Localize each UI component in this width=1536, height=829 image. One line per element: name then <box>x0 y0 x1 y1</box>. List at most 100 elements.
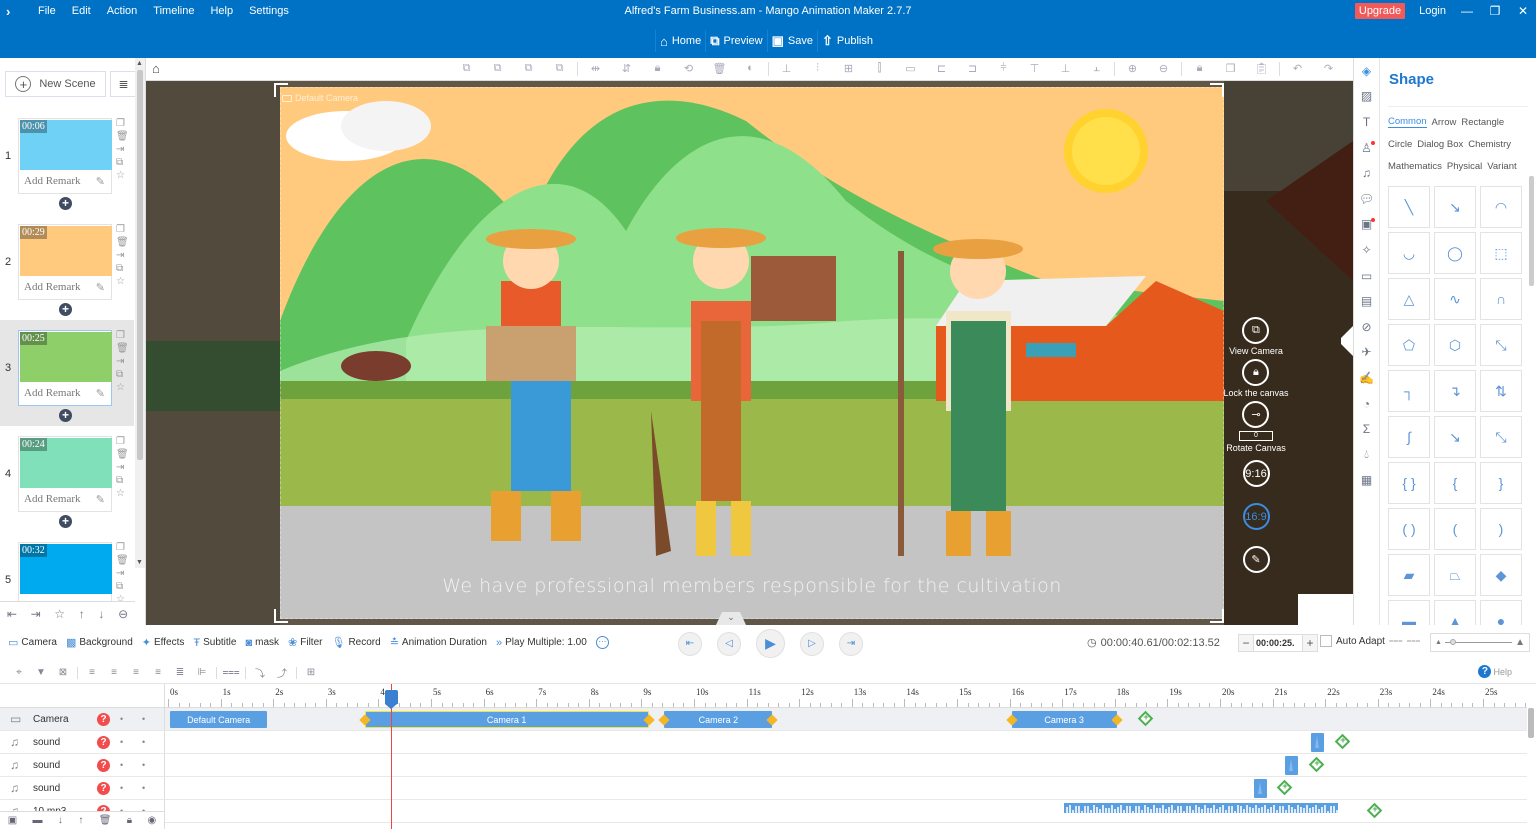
scene-card[interactable]: 00:32 <box>18 542 112 603</box>
shape-item[interactable]: ▰ <box>1388 554 1430 596</box>
playhead-handle[interactable] <box>384 690 398 709</box>
delete-scene-icon[interactable]: 🗑︎ <box>116 555 129 567</box>
background-category-icon[interactable]: ▣ <box>1354 212 1380 238</box>
track-help-icon[interactable]: ? <box>97 781 110 795</box>
shape-item[interactable]: ↘ <box>1434 416 1476 458</box>
track-lock-dot[interactable]: • <box>142 783 145 793</box>
more-options-icon[interactable]: ⋯ <box>595 636 609 649</box>
timeline-expand-icon[interactable]: ⩶ <box>1407 636 1421 646</box>
delete-scene-icon[interactable]: 🗑︎ <box>116 343 129 355</box>
camera-corner-handle[interactable] <box>1210 609 1224 623</box>
add-keyframe-button[interactable] <box>1137 710 1153 727</box>
scroll-up-icon[interactable]: ▲ <box>136 60 143 67</box>
favorite-star-icon[interactable]: ☆ <box>54 607 65 621</box>
align-left-icon[interactable]: ⫿ <box>864 62 895 76</box>
scene-item[interactable]: 1 00:06 Add Remark ✎ ❐ 🗑︎ ⇥ ⧉ ☆ + <box>0 108 134 214</box>
zoom-knob[interactable] <box>1450 639 1457 645</box>
copy-icon[interactable]: ❐ <box>1215 62 1246 76</box>
canvas[interactable]: Default Camera We have professional memb… <box>146 81 1353 625</box>
shape-item[interactable]: ∩ <box>1480 278 1522 320</box>
shape-item[interactable]: ◠ <box>1480 186 1522 228</box>
ratio-portrait-tool[interactable]: 9:16 <box>1242 460 1270 487</box>
increase-duration-button[interactable]: + <box>1303 636 1317 650</box>
scene-list-toggle-icon[interactable]: ≣ <box>110 71 137 97</box>
rotate-value-input[interactable]: 0 <box>1238 431 1273 441</box>
align-both-icon[interactable]: ≡ <box>125 667 147 678</box>
timeline-shrink-icon[interactable]: ⩶ <box>1389 636 1403 646</box>
previous-scene-button[interactable]: ◁ <box>717 631 741 656</box>
play-from-start-button[interactable]: ⇤ <box>678 631 702 656</box>
distribute-icon[interactable]: ⩶ <box>220 667 242 678</box>
redo-icon[interactable]: ↷ <box>1313 62 1344 76</box>
add-remark-field[interactable]: Add Remark <box>24 175 81 187</box>
distribute-icon[interactable]: ⫶ <box>802 62 833 76</box>
shape-item[interactable]: ⬚ <box>1480 232 1522 274</box>
help-button[interactable]: ? Help <box>1478 665 1512 678</box>
shape-category-icon[interactable]: ◈ <box>1354 58 1380 84</box>
shape-item[interactable]: ◡ <box>1388 232 1430 274</box>
view-camera-icon[interactable]: ⧉ <box>1242 317 1270 344</box>
add-keyframe-button[interactable] <box>1366 802 1382 819</box>
send-backward-icon[interactable]: ⧉ <box>513 62 544 76</box>
copy-scene-icon[interactable]: ❐ <box>116 436 129 448</box>
bring-forward-icon[interactable]: ⧉ <box>451 62 482 76</box>
music-category-icon[interactable]: ♫ <box>1354 160 1380 186</box>
align-top-edge-icon[interactable]: ⊤ <box>1019 62 1050 76</box>
align-top-icon[interactable]: ▭ <box>895 62 926 76</box>
auto-adapt-toggle[interactable]: Auto Adapt ⩶ ⩶ <box>1320 635 1420 647</box>
stagger-icon[interactable]: ⊫ <box>191 667 213 678</box>
flash-icon[interactable]: ⊘ <box>1354 314 1380 340</box>
move-down-icon[interactable]: ↓ <box>58 815 63 826</box>
lock-canvas-icon[interactable]: 🔒︎ <box>1184 62 1215 76</box>
zoom-in-icon[interactable]: ⊕ <box>1117 62 1148 76</box>
auto-adapt-checkbox[interactable] <box>1320 635 1332 647</box>
shape-item[interactable]: ↘ <box>1434 186 1476 228</box>
undo-icon[interactable]: ↶ <box>1282 62 1313 76</box>
add-keyframe-button[interactable] <box>1276 779 1293 796</box>
shape-item[interactable]: ⇅ <box>1480 370 1522 412</box>
add-scene-button[interactable]: + <box>59 303 72 316</box>
ratio-9-16-button[interactable]: 9:16 <box>1242 460 1270 487</box>
time-ruler[interactable]: 0s1s2s3s4s5s6s7s8s9s10s11s12s13s14s15s16… <box>165 684 1536 708</box>
restore-icon[interactable]: ❐ <box>1488 4 1502 18</box>
track-lock-dot[interactable]: • <box>142 714 145 724</box>
shape-item[interactable]: ) <box>1480 508 1522 550</box>
shape-category-tab[interactable]: Common <box>1388 116 1427 128</box>
scene-duration-stepper[interactable]: − + <box>1238 634 1318 652</box>
scene-item[interactable]: 2 00:29 Add Remark ✎ ❐ 🗑︎ ⇥ ⧉ ☆ + <box>0 214 134 320</box>
export-scene-icon[interactable]: ⇥ <box>116 568 129 580</box>
delete-scene-icon[interactable]: 🗑︎ <box>116 131 129 143</box>
view-camera-tool[interactable]: ⧉ View Camera <box>1229 317 1283 359</box>
shape-category-tab[interactable]: Arrow <box>1432 117 1457 128</box>
delete-icon[interactable]: 🗑︎ <box>99 815 112 826</box>
favorite-scene-icon[interactable]: ☆ <box>116 382 129 394</box>
move-up-icon[interactable]: ↑ <box>78 815 83 826</box>
text-category-icon[interactable]: T <box>1354 109 1380 135</box>
shape-category-tab[interactable]: Mathematics <box>1388 161 1442 172</box>
edit-remark-icon[interactable]: ✎ <box>96 175 105 188</box>
add-remark-field[interactable]: Add Remark <box>24 281 81 293</box>
track-lock-dot[interactable]: • <box>142 760 145 770</box>
bring-to-front-icon[interactable]: ⧉ <box>482 62 513 76</box>
sound-clip[interactable] <box>1285 756 1299 775</box>
track-help-icon[interactable]: ? <box>97 735 110 749</box>
login-button[interactable]: Login <box>1419 5 1446 17</box>
track-lock-dot[interactable]: • <box>142 737 145 747</box>
duplicate-scene-icon[interactable]: ⧉ <box>116 369 129 381</box>
shape-category-tab[interactable]: Variant <box>1487 161 1516 172</box>
shape-item[interactable]: ⬡ <box>1434 324 1476 366</box>
align-center-icon[interactable]: ⊥ <box>771 62 802 76</box>
duplicate-scene-icon[interactable]: ⧉ <box>116 157 129 169</box>
align-middle-icon[interactable]: ⫩ <box>988 62 1019 76</box>
favorite-scene-icon[interactable]: ☆ <box>116 170 129 182</box>
copy-scene-icon[interactable]: ❐ <box>116 330 129 342</box>
export-scene-icon[interactable]: ⇥ <box>116 250 129 262</box>
track-help-icon[interactable]: ? <box>97 712 110 726</box>
animation-duration-button[interactable]: ≛ Animation Duration <box>390 636 487 649</box>
minimize-icon[interactable]: — <box>1460 4 1474 18</box>
track-header[interactable]: ▭ Camera ? • • <box>0 708 165 730</box>
folder-icon[interactable]: ▭ <box>1354 263 1380 289</box>
sound-track[interactable]: ♫ sound ? • • <box>0 777 1527 800</box>
align-left-edge-icon[interactable]: ⊏ <box>926 62 957 76</box>
scene-card[interactable]: 00:06 Add Remark ✎ <box>18 118 112 194</box>
